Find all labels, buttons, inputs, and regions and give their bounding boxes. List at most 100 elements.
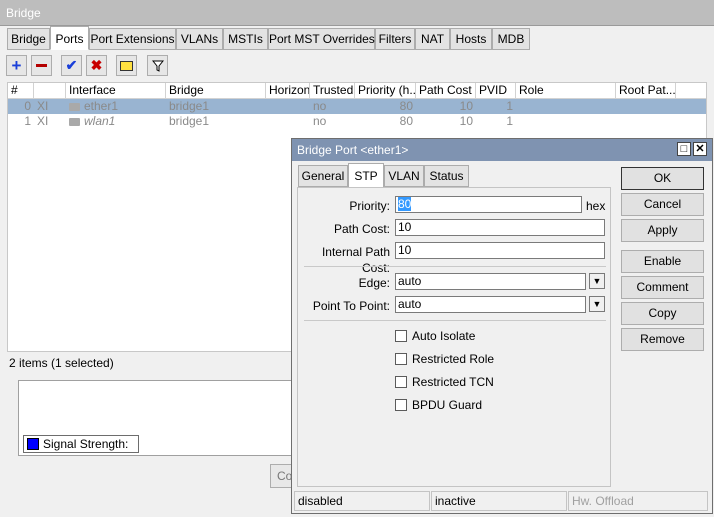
stp-panel: Priority: 80 hex Path Cost: 10 Internal … xyxy=(297,187,611,487)
table-row[interactable]: 1 XI wlan1 bridge1 no 80 10 1 xyxy=(8,114,706,129)
column-header-number[interactable]: # xyxy=(8,83,34,99)
dialog-status-running: inactive xyxy=(431,491,567,511)
row-interface-cell: ether1 xyxy=(66,99,166,114)
tab-nat[interactable]: NAT xyxy=(415,28,450,50)
co-button[interactable]: Co xyxy=(270,464,292,488)
tab-stp[interactable]: STP xyxy=(348,163,384,188)
graph-panel: Signal Strength: xyxy=(18,380,298,456)
dialog-status-enabled: disabled xyxy=(294,491,430,511)
path-cost-input[interactable]: 10 xyxy=(395,219,605,236)
bridge-port-dialog: Bridge Port <ether1> □ ✕ General STP VLA… xyxy=(291,138,713,514)
filter-button[interactable] xyxy=(147,55,168,76)
comment-button[interactable]: Comment xyxy=(621,276,704,299)
row-priority: 80 xyxy=(399,99,413,113)
enable-button[interactable]: Enable xyxy=(621,250,704,273)
remove-icon xyxy=(36,64,47,67)
row-interface: ether1 xyxy=(84,99,119,113)
separator xyxy=(304,266,606,267)
row-trusted: no xyxy=(313,99,327,113)
status-bar: 2 items (1 selected) xyxy=(9,356,114,370)
enable-button[interactable]: ✔ xyxy=(61,55,82,76)
column-header-interface[interactable]: Interface xyxy=(66,83,166,99)
comment-button[interactable] xyxy=(116,55,137,76)
priority-unit: hex xyxy=(586,199,606,213)
signal-color-swatch xyxy=(27,438,39,450)
tab-port-mst-overrides[interactable]: Port MST Overrides xyxy=(268,28,375,50)
remove-button[interactable]: Remove xyxy=(621,328,704,351)
add-button[interactable]: + xyxy=(6,55,27,76)
restricted-role-checkbox[interactable] xyxy=(395,353,407,365)
internal-path-cost-input[interactable]: 10 xyxy=(395,242,605,259)
dropdown-arrow-icon: ▼ xyxy=(592,299,602,309)
tab-vlans[interactable]: VLANs xyxy=(176,28,223,50)
table-row[interactable]: 0 XI ether1 bridge1 no 80 10 1 xyxy=(8,99,706,114)
row-interface: wlan1 xyxy=(84,114,116,128)
ptp-label: Point To Point: xyxy=(312,299,390,313)
dialog-status-hw-offload: Hw. Offload xyxy=(568,491,708,511)
cancel-button[interactable]: Cancel xyxy=(621,193,704,216)
ptp-dropdown-button[interactable]: ▼ xyxy=(589,296,605,312)
tab-vlan[interactable]: VLAN xyxy=(384,165,424,187)
row-pvid: 1 xyxy=(506,114,513,128)
row-number: 0 xyxy=(24,99,31,113)
tab-ports[interactable]: Ports xyxy=(50,26,89,50)
bpdu-guard-checkbox[interactable] xyxy=(395,399,407,411)
tab-status[interactable]: Status xyxy=(424,165,469,187)
row-root-path xyxy=(616,114,676,129)
remove-button[interactable] xyxy=(31,55,52,76)
column-header-role[interactable]: Role xyxy=(516,83,616,99)
column-header-path-cost[interactable]: Path Cost xyxy=(416,83,476,99)
close-button[interactable]: ✕ xyxy=(693,142,707,156)
signal-label: Signal Strength: xyxy=(43,437,129,451)
ok-button[interactable]: OK xyxy=(621,167,704,190)
internal-path-cost-label: Internal Path Cost: xyxy=(321,245,390,275)
column-header-bridge[interactable]: Bridge xyxy=(166,83,266,99)
toolbar: + ✔ ✖ xyxy=(0,51,714,81)
row-pvid: 1 xyxy=(506,99,513,113)
priority-input[interactable]: 80 xyxy=(395,196,582,213)
row-priority: 80 xyxy=(399,114,413,128)
row-trusted: no xyxy=(313,114,327,128)
restricted-tcn-label: Restricted TCN xyxy=(412,375,494,389)
ptp-select[interactable]: auto xyxy=(395,296,586,313)
tab-filters[interactable]: Filters xyxy=(375,28,415,50)
dropdown-arrow-icon: ▼ xyxy=(592,276,602,286)
row-bridge: bridge1 xyxy=(169,114,210,128)
row-role xyxy=(516,99,616,114)
tab-general[interactable]: General xyxy=(298,165,348,187)
tab-bridge[interactable]: Bridge xyxy=(7,28,50,50)
tab-mstis[interactable]: MSTIs xyxy=(223,28,268,50)
tab-hosts[interactable]: Hosts xyxy=(450,28,492,50)
apply-button[interactable]: Apply xyxy=(621,219,704,242)
column-header-flags[interactable] xyxy=(34,83,66,99)
auto-isolate-label: Auto Isolate xyxy=(412,329,476,343)
maximize-button[interactable]: □ xyxy=(677,142,691,156)
auto-isolate-checkbox[interactable] xyxy=(395,330,407,342)
priority-label: Priority: xyxy=(349,199,390,213)
edge-select[interactable]: auto xyxy=(395,273,586,290)
dialog-title: Bridge Port <ether1> xyxy=(297,143,409,157)
column-header-horizon[interactable]: Horizon xyxy=(266,83,310,99)
add-icon: + xyxy=(11,55,22,75)
edge-dropdown-button[interactable]: ▼ xyxy=(589,273,605,289)
tab-port-extensions[interactable]: Port Extensions xyxy=(89,28,176,50)
column-header-pvid[interactable]: PVID xyxy=(476,83,516,99)
row-horizon xyxy=(266,114,310,129)
row-path-cost: 10 xyxy=(459,114,473,128)
disable-button[interactable]: ✖ xyxy=(86,55,107,76)
window-titlebar: Bridge xyxy=(0,0,714,26)
column-header-trusted[interactable]: Trusted xyxy=(310,83,355,99)
copy-button[interactable]: Copy xyxy=(621,302,704,325)
row-bridge: bridge1 xyxy=(169,99,210,113)
column-header-root-path[interactable]: Root Pat... xyxy=(616,83,676,99)
window-title: Bridge xyxy=(6,6,41,20)
row-flags: XI xyxy=(37,114,49,128)
restricted-tcn-checkbox[interactable] xyxy=(395,376,407,388)
row-role xyxy=(516,114,616,129)
restricted-role-label: Restricted Role xyxy=(412,352,495,366)
tab-mdb[interactable]: MDB xyxy=(492,28,530,50)
dialog-titlebar: Bridge Port <ether1> □ ✕ xyxy=(292,139,712,161)
maximize-icon: □ xyxy=(680,143,688,155)
disable-icon: ✖ xyxy=(90,57,103,73)
column-header-priority[interactable]: Priority (h... xyxy=(355,83,416,99)
